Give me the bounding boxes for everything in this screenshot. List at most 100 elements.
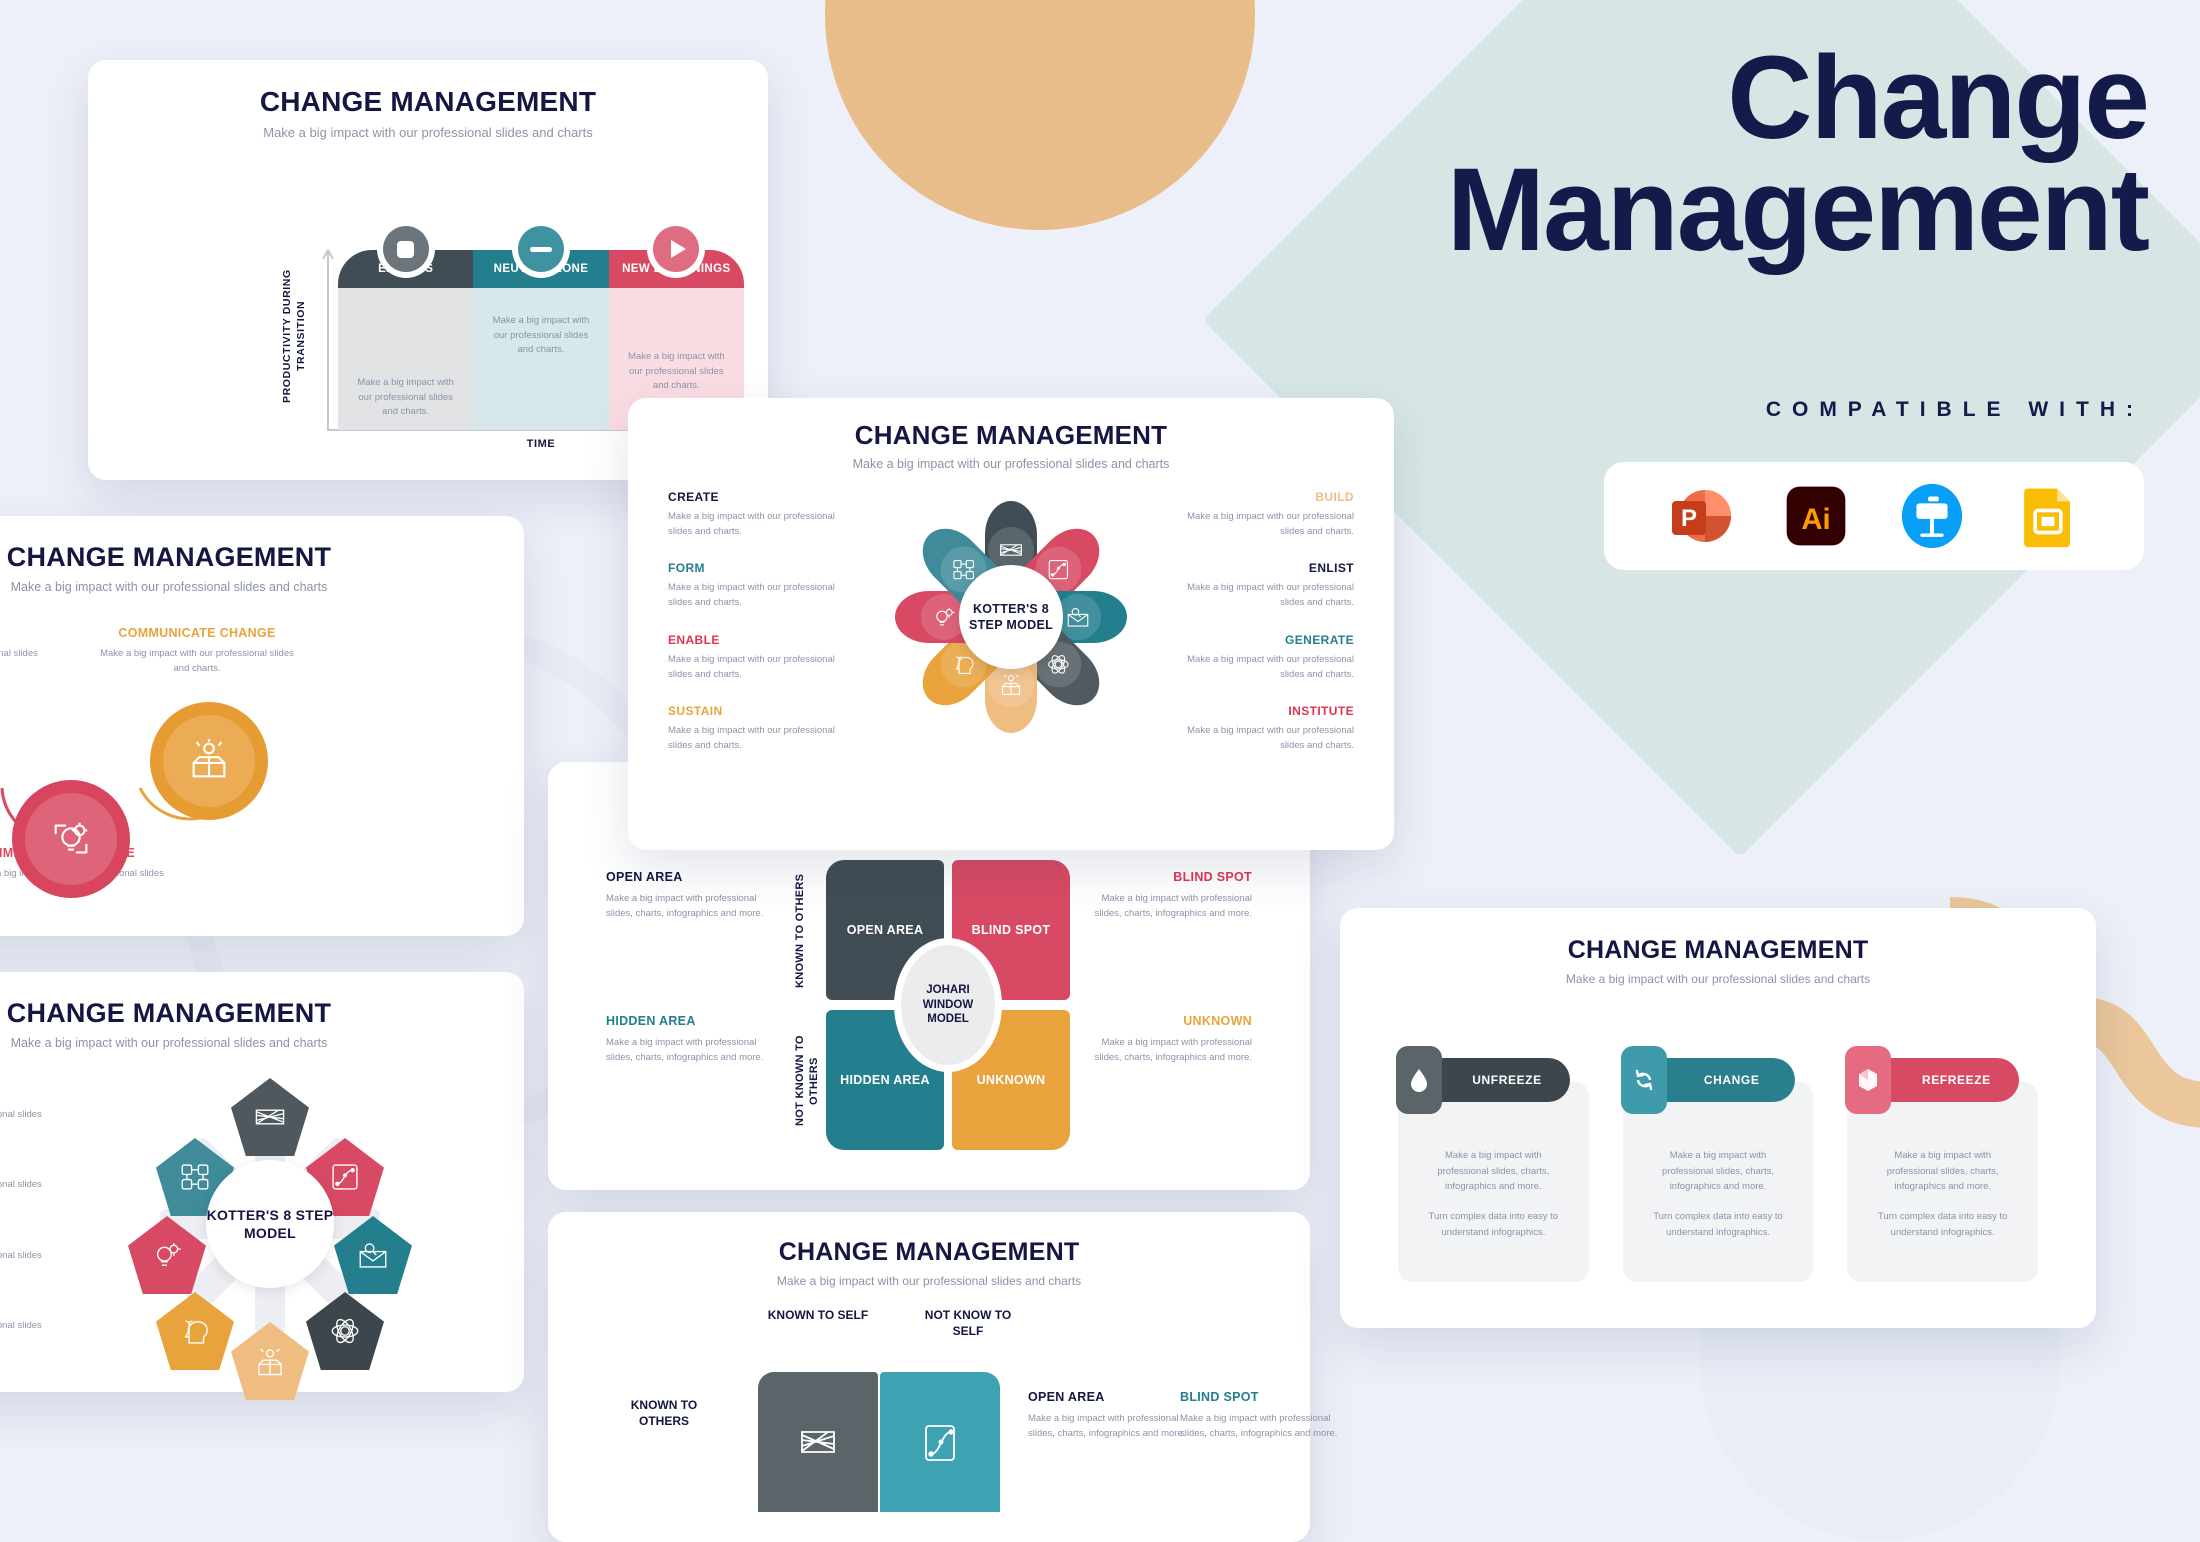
- minus-circle-icon: [511, 220, 570, 278]
- card-lewin-model[interactable]: CHANGE MANAGEMENT Make a big impact with…: [1340, 908, 2096, 1328]
- kotter-item-enlist: ENLIST Make a big impact with our profes…: [0, 1158, 44, 1207]
- decor-orange-circle: [825, 0, 1255, 230]
- kotter-item-enlist: ENLIST Make a big impact with our profes…: [1174, 561, 1354, 610]
- kotter-flower-wheel: KOTTER'S 8 STEP MODEL: [880, 486, 1142, 748]
- gift-idea-icon[interactable]: [150, 702, 268, 820]
- card-subtitle: Make a big impact with our professional …: [852, 457, 1170, 471]
- item-text: Make a big impact with our professional …: [1187, 511, 1354, 537]
- stop-square-icon: [376, 220, 435, 278]
- poster-stage: Change Management COMPATIBLE WITH: P Ai: [0, 0, 2200, 1542]
- item-text: Make a big impact with professional slid…: [1180, 1413, 1338, 1440]
- head-idea-icon[interactable]: [156, 1292, 234, 1370]
- cube-icon: [1845, 1046, 1892, 1114]
- card-kotter-pentagon[interactable]: CHANGE MANAGEMENT Make a big impact with…: [0, 972, 524, 1400]
- step-text-1: Make a big impact with professional slid…: [1437, 1150, 1550, 1193]
- johari-hub-label: JOHARI WINDOW MODEL: [901, 945, 995, 1065]
- item-text: Make a big impact with our professional …: [0, 1109, 42, 1120]
- item-title: ENLIST: [1308, 561, 1354, 576]
- kotter-penta-labels: BUILD Make a big impact with our profess…: [0, 1088, 44, 1370]
- strategy-map-icon[interactable]: [231, 1078, 309, 1156]
- lewin-step-refreeze[interactable]: REFREEZE Make a big impact with professi…: [1845, 1036, 2039, 1282]
- step-label-plan-change: PLAN CHANGE Make a big impact with our p…: [0, 626, 44, 676]
- stage-endings[interactable]: ENDINGS Make a big impact with our profe…: [338, 220, 474, 430]
- item-text: Make a big impact with our professional …: [0, 1320, 42, 1332]
- step-text-2: Turn complex data into easy to understan…: [1877, 1211, 2008, 1238]
- step-text: Make a big impact with our professional …: [100, 648, 294, 674]
- svg-text:Ai: Ai: [1801, 503, 1830, 536]
- item-title: HIDDEN AREA: [606, 1014, 696, 1028]
- card-title: CHANGE MANAGEMENT: [1567, 936, 1869, 964]
- card-subtitle: Make a big impact with our professional …: [263, 125, 593, 140]
- kotter-hub-label: KOTTER'S 8 STEP MODEL: [206, 1160, 334, 1288]
- y-axis-label: PRODUCTIVITY DURING TRANSITION: [281, 269, 308, 403]
- item-title: ENLIST: [0, 1158, 44, 1172]
- item-title: GENERATE: [1285, 632, 1354, 647]
- kotter-item-generate: GENERATE Make a big impact with our prof…: [0, 1229, 44, 1278]
- johari2-text-blind-spot: BLIND SPOT Make a big impact with profes…: [1180, 1390, 1348, 1441]
- step-text-1: Make a big impact with professional slid…: [1886, 1150, 1999, 1193]
- johari-text-open-area: OPEN AREA Make a big impact with profess…: [606, 870, 774, 921]
- item-text: Make a big impact with professional slid…: [606, 893, 764, 920]
- kotter-pentagon-wheel: KOTTER'S 8 STEP MODEL: [120, 1074, 420, 1400]
- kotter-item-sustain: SUSTAIN Make a big impact with our profe…: [668, 704, 848, 753]
- card-subtitle: Make a big impact with our professional …: [10, 1036, 328, 1050]
- johari-grid: OPEN AREA BLIND SPOT HIDDEN AREA UNKNOWN…: [826, 860, 1070, 1150]
- kotter-item-institute: INSTITUTE Make a big impact with our pro…: [0, 1299, 44, 1348]
- step-title: PLAN CHANGE: [0, 626, 44, 640]
- play-icon: [647, 220, 706, 278]
- headline-line-2: Management: [1446, 144, 2150, 277]
- compatible-with-label: COMPATIBLE WITH:: [1765, 398, 2144, 421]
- illustrator-icon: Ai: [1780, 480, 1852, 552]
- strategy-map-icon[interactable]: [758, 1372, 878, 1512]
- card-change-steps[interactable]: CHANGE MANAGEMENT Make a big impact with…: [0, 516, 524, 936]
- stage-text: Make a big impact with our professional …: [473, 288, 609, 430]
- item-title: CREATE: [668, 490, 719, 504]
- kotter-item-institute: INSTITUTE Make a big impact with our pro…: [1174, 704, 1354, 753]
- gift-idea-icon[interactable]: [231, 1322, 309, 1400]
- stage-neutral-zone[interactable]: NEUTRAL ZONE Make a big impact with our …: [473, 220, 609, 430]
- item-title: FORM: [668, 561, 705, 576]
- card-subtitle: Make a big impact with our professional …: [10, 580, 328, 594]
- atom-icon[interactable]: [306, 1292, 384, 1370]
- bulb-gear-icon[interactable]: [12, 780, 130, 898]
- card-title: CHANGE MANAGEMENT: [6, 998, 332, 1028]
- step-label-communicate-change: COMMUNICATE CHANGE Make a big impact wit…: [94, 626, 300, 676]
- card-subtitle: Make a big impact with our professional …: [776, 1274, 1082, 1288]
- item-title: GENERATE: [0, 1229, 44, 1243]
- path-chart-icon[interactable]: [880, 1372, 1000, 1512]
- lewin-step-change[interactable]: CHANGE Make a big impact with profession…: [1620, 1036, 1814, 1282]
- card-subtitle: Make a big impact with our professional …: [1565, 972, 1871, 986]
- card-title: CHANGE MANAGEMENT: [259, 86, 597, 117]
- item-text: Make a big impact with our professional …: [668, 511, 835, 537]
- item-text: Make a big impact with our professional …: [1187, 582, 1354, 609]
- card-johari-variant[interactable]: CHANGE MANAGEMENT Make a big impact with…: [548, 1212, 1337, 1542]
- item-text: Make a big impact with our professional …: [668, 653, 835, 680]
- label-not-known-to-others: NOT KNOWN TO OTHERS: [794, 1035, 820, 1127]
- johari2-top-labels: KNOWN TO SELF NOT KNOW TO SELF: [758, 1308, 1028, 1339]
- item-title: OPEN AREA: [1028, 1390, 1105, 1404]
- item-title: UNKNOWN: [1183, 1014, 1252, 1028]
- item-text: Make a big impact with our professional …: [668, 582, 835, 609]
- refresh-cycle-icon: [1620, 1046, 1667, 1114]
- kotter-item-form: FORM Make a big impact with our professi…: [668, 561, 848, 610]
- item-title: BUILD: [1315, 490, 1354, 504]
- kotter-left-labels: CREATE Make a big impact with our profes…: [668, 490, 848, 776]
- svg-text:P: P: [1681, 505, 1697, 532]
- lewin-steps: UNFREEZE Make a big impact with professi…: [1396, 1036, 2039, 1282]
- item-title: ENABLE: [668, 632, 720, 647]
- step-title: COMMUNICATE CHANGE: [118, 626, 276, 640]
- lewin-step-unfreeze[interactable]: UNFREEZE Make a big impact with professi…: [1396, 1036, 1589, 1282]
- kotter-item-build: BUILD Make a big impact with our profess…: [0, 1088, 44, 1137]
- card-kotter-flower[interactable]: CHANGE MANAGEMENT Make a big impact with…: [628, 398, 1394, 850]
- label-known-to-self: KNOWN TO SELF: [767, 1308, 869, 1322]
- step-text: Make a big impact with our professional …: [0, 648, 38, 659]
- item-text: Make a big impact with our professional …: [0, 1249, 42, 1261]
- item-title: BLIND SPOT: [1180, 1390, 1259, 1404]
- item-title: OPEN AREA: [606, 870, 683, 884]
- item-text: Make a big impact with our professional …: [1187, 653, 1354, 680]
- step-text-1: Make a big impact with professional slid…: [1662, 1150, 1774, 1193]
- card-title: CHANGE MANAGEMENT: [778, 1238, 1080, 1266]
- johari2-text-open-area: OPEN AREA Make a big impact with profess…: [1028, 1390, 1196, 1441]
- kotter-item-build: BUILD Make a big impact with our profess…: [1174, 490, 1354, 539]
- keynote-icon: [1896, 480, 1968, 552]
